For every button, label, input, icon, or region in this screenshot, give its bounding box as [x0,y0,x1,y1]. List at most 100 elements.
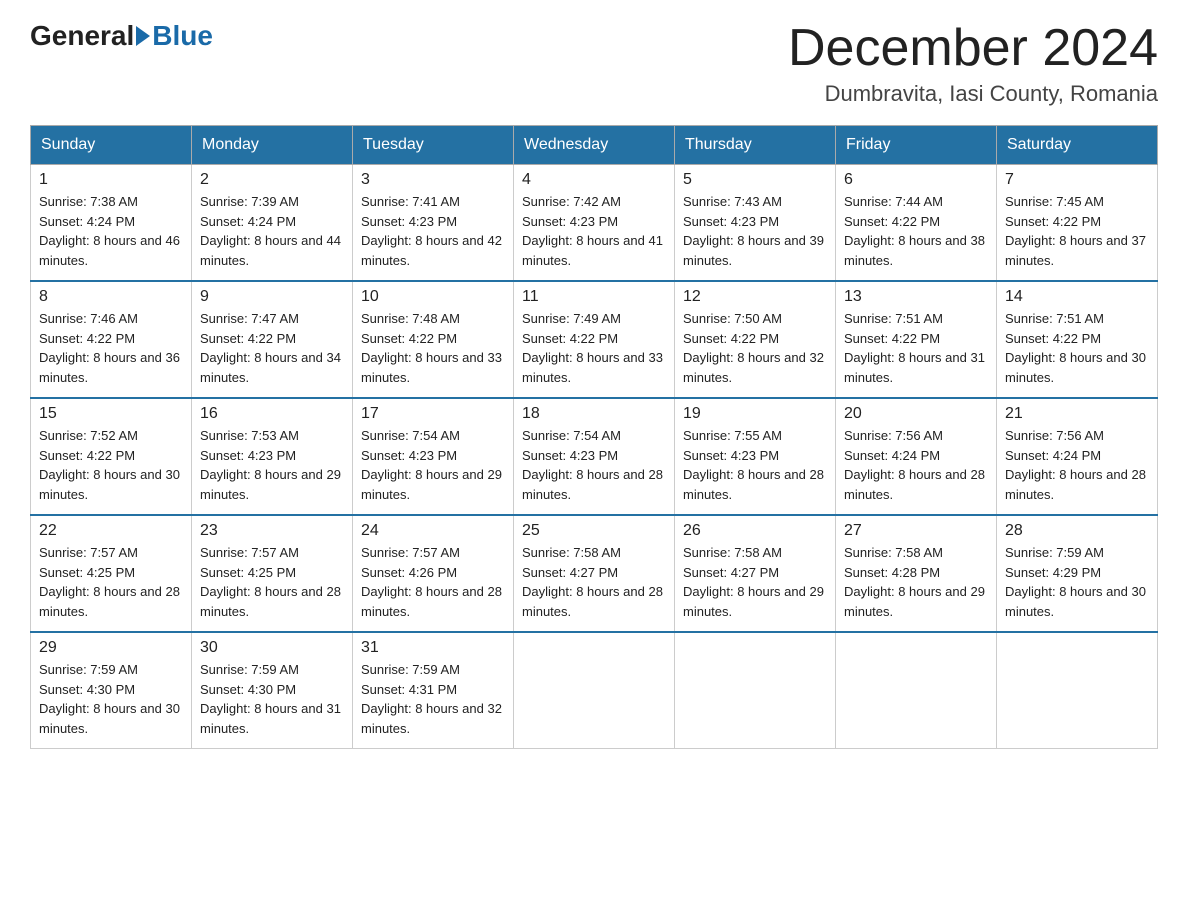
location-title: Dumbravita, Iasi County, Romania [788,81,1158,107]
week-row-1: 1Sunrise: 7:38 AMSunset: 4:24 PMDaylight… [31,165,1158,282]
day-info: Sunrise: 7:50 AMSunset: 4:22 PMDaylight:… [683,309,827,387]
day-info: Sunrise: 7:59 AMSunset: 4:30 PMDaylight:… [200,660,344,738]
calendar-cell [836,632,997,749]
calendar-cell: 27 Sunrise: 7:58 AMSunset: 4:28 PMDayligh… [836,515,997,632]
day-number: 29 [39,639,183,657]
logo-area: General Blue [30,20,213,52]
weekday-header-wednesday: Wednesday [514,126,675,165]
calendar-cell: 22 Sunrise: 7:57 AMSunset: 4:25 PMDayligh… [31,515,192,632]
day-number: 26 [683,522,827,540]
day-info: Sunrise: 7:48 AMSunset: 4:22 PMDaylight:… [361,309,505,387]
calendar-cell: 18Sunrise: 7:54 AMSunset: 4:23 PMDayligh… [514,398,675,515]
title-area: December 2024 Dumbravita, Iasi County, R… [788,20,1158,107]
calendar-cell: 15 Sunrise: 7:52 AMSunset: 4:22 PMDayligh… [31,398,192,515]
day-info: Sunrise: 7:57 AMSunset: 4:25 PMDaylight:… [39,543,183,621]
day-number: 24 [361,522,505,540]
day-info: Sunrise: 7:43 AMSunset: 4:23 PMDaylight:… [683,192,827,270]
calendar-cell: 8Sunrise: 7:46 AMSunset: 4:22 PMDaylight… [31,281,192,398]
calendar-cell: 11Sunrise: 7:49 AMSunset: 4:22 PMDayligh… [514,281,675,398]
calendar-cell: 20 Sunrise: 7:56 AMSunset: 4:24 PMDayligh… [836,398,997,515]
day-number: 9 [200,288,344,306]
day-number: 1 [39,171,183,189]
day-info: Sunrise: 7:46 AMSunset: 4:22 PMDaylight:… [39,309,183,387]
day-info: Sunrise: 7:58 AMSunset: 4:28 PMDaylight:… [844,543,988,621]
day-number: 20 [844,405,988,423]
calendar-cell: 30 Sunrise: 7:59 AMSunset: 4:30 PMDayligh… [192,632,353,749]
calendar-cell: 12 Sunrise: 7:50 AMSunset: 4:22 PMDayligh… [675,281,836,398]
day-number: 22 [39,522,183,540]
weekday-header-row: SundayMondayTuesdayWednesdayThursdayFrid… [31,126,1158,165]
calendar-cell [997,632,1158,749]
day-number: 7 [1005,171,1149,189]
day-number: 6 [844,171,988,189]
week-row-2: 8Sunrise: 7:46 AMSunset: 4:22 PMDaylight… [31,281,1158,398]
day-number: 27 [844,522,988,540]
calendar-cell: 25Sunrise: 7:58 AMSunset: 4:27 PMDayligh… [514,515,675,632]
day-number: 15 [39,405,183,423]
calendar-cell: 14 Sunrise: 7:51 AMSunset: 4:22 PMDayligh… [997,281,1158,398]
day-number: 18 [522,405,666,423]
day-info: Sunrise: 7:52 AMSunset: 4:22 PMDaylight:… [39,426,183,504]
day-number: 5 [683,171,827,189]
calendar-cell: 17 Sunrise: 7:54 AMSunset: 4:23 PMDayligh… [353,398,514,515]
day-number: 19 [683,405,827,423]
day-number: 12 [683,288,827,306]
day-info: Sunrise: 7:44 AMSunset: 4:22 PMDaylight:… [844,192,988,270]
calendar-cell: 21 Sunrise: 7:56 AMSunset: 4:24 PMDayligh… [997,398,1158,515]
calendar-cell: 10Sunrise: 7:48 AMSunset: 4:22 PMDayligh… [353,281,514,398]
day-info: Sunrise: 7:45 AMSunset: 4:22 PMDaylight:… [1005,192,1149,270]
calendar-cell: 3 Sunrise: 7:41 AMSunset: 4:23 PMDaylight… [353,165,514,282]
day-info: Sunrise: 7:58 AMSunset: 4:27 PMDaylight:… [683,543,827,621]
calendar-cell [675,632,836,749]
calendar-cell: 4 Sunrise: 7:42 AMSunset: 4:23 PMDaylight… [514,165,675,282]
calendar-cell: 29 Sunrise: 7:59 AMSunset: 4:30 PMDayligh… [31,632,192,749]
calendar-cell: 31 Sunrise: 7:59 AMSunset: 4:31 PMDayligh… [353,632,514,749]
calendar-table: SundayMondayTuesdayWednesdayThursdayFrid… [30,125,1158,749]
day-info: Sunrise: 7:56 AMSunset: 4:24 PMDaylight:… [1005,426,1149,504]
day-number: 17 [361,405,505,423]
day-number: 11 [522,288,666,306]
day-info: Sunrise: 7:56 AMSunset: 4:24 PMDaylight:… [844,426,988,504]
day-info: Sunrise: 7:57 AMSunset: 4:26 PMDaylight:… [361,543,505,621]
day-number: 16 [200,405,344,423]
calendar-cell: 19 Sunrise: 7:55 AMSunset: 4:23 PMDayligh… [675,398,836,515]
weekday-header-friday: Friday [836,126,997,165]
calendar-cell: 23Sunrise: 7:57 AMSunset: 4:25 PMDayligh… [192,515,353,632]
day-info: Sunrise: 7:59 AMSunset: 4:30 PMDaylight:… [39,660,183,738]
day-info: Sunrise: 7:54 AMSunset: 4:23 PMDaylight:… [361,426,505,504]
weekday-header-thursday: Thursday [675,126,836,165]
calendar-cell: 1Sunrise: 7:38 AMSunset: 4:24 PMDaylight… [31,165,192,282]
calendar-cell: 13Sunrise: 7:51 AMSunset: 4:22 PMDayligh… [836,281,997,398]
calendar-cell: 26 Sunrise: 7:58 AMSunset: 4:27 PMDayligh… [675,515,836,632]
day-info: Sunrise: 7:59 AMSunset: 4:31 PMDaylight:… [361,660,505,738]
calendar-cell: 5 Sunrise: 7:43 AMSunset: 4:23 PMDaylight… [675,165,836,282]
page-header: General Blue December 2024 Dumbravita, I… [30,20,1158,107]
day-info: Sunrise: 7:41 AMSunset: 4:23 PMDaylight:… [361,192,505,270]
day-number: 14 [1005,288,1149,306]
calendar-cell: 6 Sunrise: 7:44 AMSunset: 4:22 PMDaylight… [836,165,997,282]
month-title: December 2024 [788,20,1158,77]
day-info: Sunrise: 7:51 AMSunset: 4:22 PMDaylight:… [844,309,988,387]
calendar-cell: 9 Sunrise: 7:47 AMSunset: 4:22 PMDaylight… [192,281,353,398]
day-number: 30 [200,639,344,657]
day-number: 31 [361,639,505,657]
calendar-cell: 2Sunrise: 7:39 AMSunset: 4:24 PMDaylight… [192,165,353,282]
calendar-cell [514,632,675,749]
day-info: Sunrise: 7:57 AMSunset: 4:25 PMDaylight:… [200,543,344,621]
day-number: 28 [1005,522,1149,540]
logo-general-text: General [30,20,134,52]
day-info: Sunrise: 7:47 AMSunset: 4:22 PMDaylight:… [200,309,344,387]
day-info: Sunrise: 7:55 AMSunset: 4:23 PMDaylight:… [683,426,827,504]
day-info: Sunrise: 7:59 AMSunset: 4:29 PMDaylight:… [1005,543,1149,621]
day-number: 21 [1005,405,1149,423]
calendar-cell: 16Sunrise: 7:53 AMSunset: 4:23 PMDayligh… [192,398,353,515]
day-info: Sunrise: 7:51 AMSunset: 4:22 PMDaylight:… [1005,309,1149,387]
day-info: Sunrise: 7:42 AMSunset: 4:23 PMDaylight:… [522,192,666,270]
day-info: Sunrise: 7:58 AMSunset: 4:27 PMDaylight:… [522,543,666,621]
weekday-header-saturday: Saturday [997,126,1158,165]
day-number: 3 [361,171,505,189]
weekday-header-sunday: Sunday [31,126,192,165]
calendar-cell: 28 Sunrise: 7:59 AMSunset: 4:29 PMDayligh… [997,515,1158,632]
day-number: 4 [522,171,666,189]
calendar-cell: 24 Sunrise: 7:57 AMSunset: 4:26 PMDayligh… [353,515,514,632]
